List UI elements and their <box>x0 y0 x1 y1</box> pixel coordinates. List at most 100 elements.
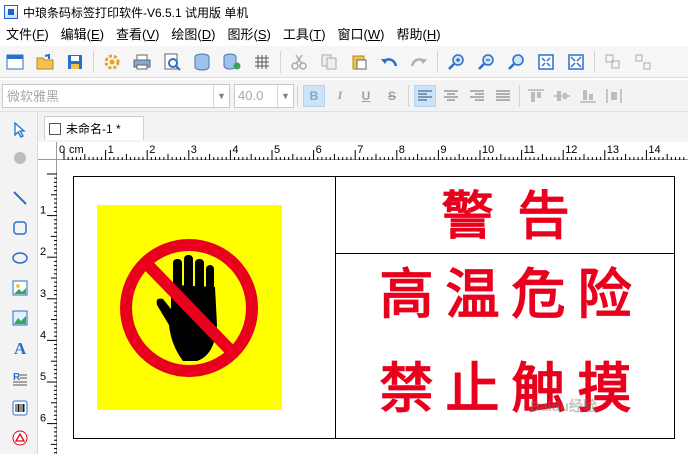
align-left-button[interactable] <box>414 84 436 107</box>
zoom-in-icon <box>448 53 464 70</box>
database-button[interactable] <box>191 51 213 73</box>
menu-window[interactable]: 窗口(W) <box>332 24 391 46</box>
image-tool-button[interactable] <box>8 276 32 300</box>
select-tool-button[interactable] <box>8 118 32 142</box>
new-button[interactable] <box>4 51 26 73</box>
toolbar-separator <box>280 50 281 73</box>
font-size-select[interactable]: 40.0 ▼ <box>234 83 294 108</box>
qrcode-tool-button[interactable] <box>8 426 32 450</box>
menu-shape[interactable]: 图形(S) <box>222 24 277 46</box>
page-setup-button[interactable] <box>101 51 123 73</box>
redo-button[interactable] <box>408 51 430 73</box>
distribute-icon <box>606 88 622 103</box>
italic-button[interactable]: I <box>329 85 351 107</box>
ellipse-tool-button[interactable] <box>8 246 32 270</box>
triangle-shape-icon <box>12 430 28 446</box>
picture-tool-button[interactable] <box>8 306 32 330</box>
vertical-ruler-scale: 1234567 <box>40 173 57 454</box>
print-preview-button[interactable] <box>161 51 183 73</box>
rectangle-tool-button[interactable] <box>8 216 32 240</box>
pan-tool-button[interactable] <box>8 146 32 170</box>
align-top-button[interactable] <box>525 85 547 107</box>
label-warning-title[interactable]: 警告 <box>336 181 675 253</box>
document-icon <box>49 122 61 135</box>
document-tab-bar: 未命名-1 * <box>38 112 688 142</box>
window-title: 中琅条码标签打印软件-V6.5.1 试用版 单机 <box>23 5 249 20</box>
undo-button[interactable] <box>378 51 400 73</box>
paste-button[interactable] <box>348 51 370 73</box>
ruler-label: 3 <box>191 144 197 156</box>
database-gear-icon <box>223 53 241 69</box>
toolbar-separator <box>519 84 520 107</box>
align-center-button[interactable] <box>440 85 462 107</box>
group-icon <box>605 54 620 68</box>
strikethrough-button[interactable]: S <box>381 85 403 107</box>
line-tool-button[interactable] <box>8 186 32 210</box>
save-icon <box>68 54 82 69</box>
ruler-label: 1 <box>108 144 114 156</box>
menu-draw[interactable]: 绘图(D) <box>165 24 221 46</box>
open-button[interactable] <box>34 51 56 73</box>
font-family-select[interactable]: 微软雅黑 ▼ <box>2 83 230 108</box>
text-tool-button[interactable]: A <box>8 336 32 360</box>
ruler-label: 9 <box>440 144 446 156</box>
line-icon <box>13 191 27 205</box>
ruler-label: 2 <box>40 246 46 258</box>
chevron-down-icon[interactable]: ▼ <box>277 84 293 107</box>
grid-button[interactable] <box>251 51 273 73</box>
svg-text:R: R <box>13 372 21 383</box>
zoom-button[interactable] <box>505 51 527 73</box>
label-text-line-1[interactable]: 高温危险 <box>336 260 675 330</box>
chevron-down-icon[interactable]: ▼ <box>213 84 229 107</box>
text-a-icon: A <box>14 339 27 357</box>
zoom-out-button[interactable] <box>475 51 497 73</box>
ruler-label: 6 <box>316 144 322 156</box>
ungroup-button[interactable] <box>632 51 654 73</box>
toolbar-separator <box>408 84 409 107</box>
ruler-label: 10 <box>482 144 494 156</box>
rich-text-tool-button[interactable]: R <box>8 366 32 390</box>
document-tab[interactable]: 未命名-1 * <box>44 116 144 140</box>
ruler-label: 4 <box>232 144 238 156</box>
scissors-icon <box>291 54 307 70</box>
menu-view[interactable]: 查看(V) <box>110 24 165 46</box>
menu-help[interactable]: 帮助(H) <box>391 24 447 46</box>
document-tab-label: 未命名-1 * <box>66 122 121 136</box>
zoom-in-button[interactable] <box>445 51 467 73</box>
label-horizontal-divider[interactable] <box>335 253 675 254</box>
redo-icon <box>410 57 427 66</box>
no-touch-sign-image[interactable] <box>97 205 282 410</box>
magnifier-icon <box>508 53 524 70</box>
font-size-value: 40.0 <box>238 88 264 103</box>
align-bottom-button[interactable] <box>577 85 599 107</box>
cut-button[interactable] <box>288 51 310 73</box>
fit-page-button[interactable] <box>535 51 557 73</box>
fit-page-icon <box>538 53 554 70</box>
distribute-button[interactable] <box>603 85 625 107</box>
barcode-tool-button[interactable] <box>8 396 32 420</box>
database-settings-button[interactable] <box>221 51 243 73</box>
save-button[interactable] <box>64 51 86 73</box>
ruler-label: 6 <box>40 413 46 425</box>
align-middle-button[interactable] <box>551 85 573 107</box>
print-button[interactable] <box>131 51 153 73</box>
watermark: Baidu经验 <box>530 398 597 414</box>
copy-button[interactable] <box>318 51 340 73</box>
bold-button[interactable]: B <box>303 84 325 107</box>
align-right-button[interactable] <box>466 85 488 107</box>
actual-size-button[interactable] <box>565 51 587 73</box>
landscape-icon <box>12 310 28 326</box>
group-button[interactable] <box>602 51 624 73</box>
new-document-icon <box>6 54 24 69</box>
rich-text-icon: R <box>13 372 27 386</box>
label-text-line-2[interactable]: 禁止触摸 <box>336 354 675 424</box>
underline-button[interactable]: U <box>355 85 377 107</box>
menu-edit[interactable]: 编辑(E) <box>55 24 110 46</box>
cursor-arrow-icon <box>14 122 26 138</box>
menu-tools[interactable]: 工具(T) <box>277 24 332 46</box>
justify-button[interactable] <box>492 85 514 107</box>
copy-icon <box>321 54 337 69</box>
menu-file[interactable]: 文件(F) <box>0 24 55 46</box>
high-temperature-text: 高温危险 <box>379 263 644 326</box>
font-family-value: 微软雅黑 <box>7 89 60 104</box>
